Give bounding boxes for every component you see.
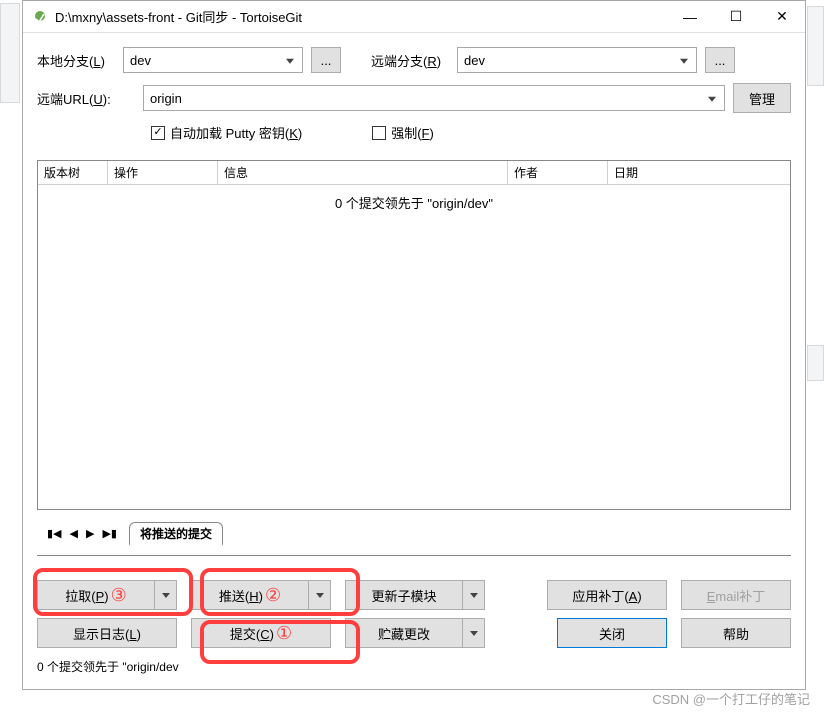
chevron-down-icon[interactable] <box>308 581 330 609</box>
table-header: 版本树 操作 信息 作者 日期 <box>38 161 790 185</box>
maximize-button[interactable]: ☐ <box>713 1 759 33</box>
chevron-down-icon[interactable] <box>154 581 176 609</box>
email-patch-button: Email补丁 <box>681 580 791 610</box>
auto-load-putty-checkbox[interactable]: ✓ 自动加载 Putty 密钥(K) <box>151 123 302 142</box>
options-row: ✓ 自动加载 Putty 密钥(K) 强制(F) <box>151 123 791 142</box>
push-button[interactable]: 推送(H)② <box>191 580 331 610</box>
table-empty-message: 0 个提交领先于 "origin/dev" <box>38 185 790 220</box>
checkbox-checked-icon: ✓ <box>151 126 165 140</box>
sync-window: D:\mxny\assets-front - Git同步 - TortoiseG… <box>22 0 806 690</box>
show-log-button[interactable]: 显示日志(L) <box>37 618 177 648</box>
branch-row: 本地分支(L) dev ... 远端分支(R) dev ... <box>37 47 791 73</box>
local-branch-label: 本地分支(L) <box>37 51 115 70</box>
checkbox-unchecked-icon <box>372 126 386 140</box>
push-label: 推送(H)② <box>192 585 308 606</box>
commit-button[interactable]: 提交(C)① <box>191 618 331 648</box>
pull-label: 拉取(P)③ <box>38 585 154 606</box>
apply-patch-button[interactable]: 应用补丁(A) <box>547 580 667 610</box>
pull-button[interactable]: 拉取(P)③ <box>37 580 177 610</box>
prev-icon[interactable]: ◀ <box>70 527 78 540</box>
submodule-label: 更新子模块 <box>346 586 462 605</box>
remote-branch-select[interactable]: dev <box>457 47 697 73</box>
col-op[interactable]: 操作 <box>108 161 218 184</box>
force-checkbox[interactable]: 强制(F) <box>372 123 434 142</box>
chevron-down-icon[interactable] <box>462 581 484 609</box>
status-text: 0 个提交领先于 "origin/dev <box>37 658 791 675</box>
commit-label: 提交(C)① <box>230 623 292 644</box>
first-icon[interactable]: ▮◀ <box>47 527 62 540</box>
tabs-row: ▮◀ ◀ ▶ ▶▮ 将推送的提交 <box>37 520 791 546</box>
stash-button[interactable]: 贮藏更改 <box>345 618 485 648</box>
tabs-divider <box>37 555 791 556</box>
next-icon[interactable]: ▶ <box>86 527 94 540</box>
remote-branch-label: 远端分支(R) <box>371 51 449 70</box>
watermark: CSDN @一个打工仔的笔记 <box>652 689 810 708</box>
chevron-down-icon[interactable] <box>462 619 484 647</box>
col-author[interactable]: 作者 <box>508 161 608 184</box>
col-tree[interactable]: 版本树 <box>38 161 108 184</box>
stash-label: 贮藏更改 <box>346 624 462 643</box>
nav-buttons: ▮◀ ◀ ▶ ▶▮ <box>41 527 123 540</box>
tab-outgoing-commits[interactable]: 将推送的提交 <box>129 522 223 546</box>
last-icon[interactable]: ▶▮ <box>102 527 117 540</box>
email-patch-label: Email补丁 <box>707 586 766 605</box>
local-branch-browse-button[interactable]: ... <box>311 47 341 73</box>
update-submodule-button[interactable]: 更新子模块 <box>345 580 485 610</box>
apply-patch-label: 应用补丁(A) <box>572 586 641 605</box>
close-button[interactable]: 关闭 <box>557 618 667 648</box>
remote-url-row: 远端URL(U): origin 管理 <box>37 83 791 113</box>
remote-url-select[interactable]: origin <box>143 85 725 111</box>
local-branch-select[interactable]: dev <box>123 47 303 73</box>
manage-button[interactable]: 管理 <box>733 83 791 113</box>
commit-table: 版本树 操作 信息 作者 日期 0 个提交领先于 "origin/dev" <box>37 160 791 510</box>
minimize-button[interactable]: — <box>667 1 713 33</box>
col-info[interactable]: 信息 <box>218 161 508 184</box>
background-fragment <box>807 6 824 86</box>
auto-load-putty-label: 自动加载 Putty 密钥(K) <box>170 123 302 142</box>
background-fragment <box>807 345 824 381</box>
remote-branch-browse-button[interactable]: ... <box>705 47 735 73</box>
app-icon <box>31 8 49 26</box>
window-title: D:\mxny\assets-front - Git同步 - TortoiseG… <box>55 7 667 26</box>
show-log-label: 显示日志(L) <box>73 624 141 643</box>
remote-url-label: 远端URL(U): <box>37 89 135 108</box>
col-date[interactable]: 日期 <box>608 161 790 184</box>
force-label: 强制(F) <box>391 123 434 142</box>
close-window-button[interactable]: ✕ <box>759 1 805 33</box>
background-fragment <box>0 3 20 103</box>
help-button[interactable]: 帮助 <box>681 618 791 648</box>
content-area: 本地分支(L) dev ... 远端分支(R) dev ... 远端URL(U)… <box>23 33 805 689</box>
action-buttons: 拉取(P)③ 推送(H)② 更新子模块 应用补丁(A) Email补丁 <box>37 580 791 675</box>
titlebar: D:\mxny\assets-front - Git同步 - TortoiseG… <box>23 1 805 33</box>
